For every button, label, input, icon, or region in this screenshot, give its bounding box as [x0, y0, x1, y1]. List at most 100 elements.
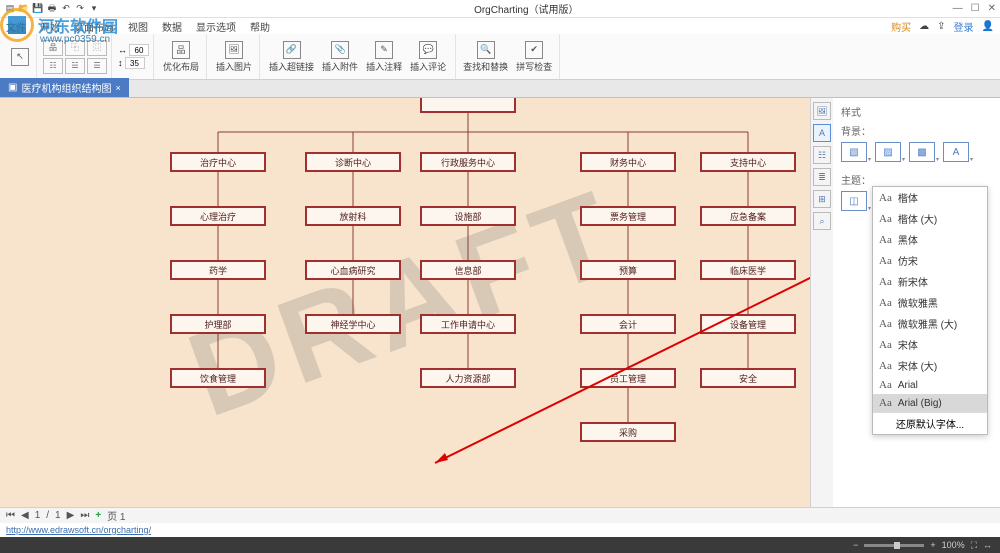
chart-node[interactable]: 采购 [580, 422, 676, 442]
page-label[interactable]: 页 1 [107, 508, 125, 523]
menu-home[interactable]: 开始 [40, 19, 60, 34]
share-icon[interactable]: ⇪ [937, 21, 945, 32]
font-option[interactable]: Aa楷体 (大) [873, 208, 987, 229]
chart-node[interactable]: 员工管理 [580, 368, 676, 388]
chart-node[interactable]: 心理治疗 [170, 206, 266, 226]
insert-attach-button[interactable]: 📎插入附件 [319, 41, 361, 73]
font-option[interactable]: AaArial (Big) [873, 394, 987, 412]
qat-undo-icon[interactable]: ↶ [60, 3, 72, 15]
add-asst-icon[interactable]: ⿶ [87, 40, 107, 56]
chart-node[interactable]: 信息部 [420, 260, 516, 280]
canvas[interactable]: DRAFT 治疗中心诊断中心行政服务中心财务中心支持中心心理治疗放射科设施部票务… [0, 98, 810, 507]
insert-comment-button[interactable]: 💬插入评论 [407, 41, 449, 73]
page-next-icon[interactable]: ▶ [67, 510, 75, 521]
maximize-icon[interactable]: ☐ [971, 3, 980, 14]
qat-open-icon[interactable]: 📂 [18, 3, 30, 15]
tab-close-icon[interactable]: × [115, 83, 120, 93]
page-prev-icon[interactable]: ◀ [21, 510, 29, 521]
user-icon[interactable]: 👤 [982, 21, 994, 32]
font-option[interactable]: Aa宋体 [873, 334, 987, 355]
chart-node[interactable]: 诊断中心 [305, 152, 401, 172]
font-option[interactable]: Aa微软雅黑 [873, 292, 987, 313]
chart-node[interactable]: 治疗中心 [170, 152, 266, 172]
menu-help[interactable]: 帮助 [250, 19, 270, 34]
layout3-icon[interactable]: ☰ [87, 58, 107, 74]
font-option[interactable]: AaArial [873, 376, 987, 394]
close-icon[interactable]: ✕ [988, 3, 996, 14]
chart-node[interactable]: 临床医学 [700, 260, 796, 280]
sidetab-data-icon[interactable]: ⊞ [813, 190, 831, 208]
layout1-icon[interactable]: ☷ [43, 58, 63, 74]
sidetab-layout-icon[interactable]: ☷ [813, 146, 831, 164]
menu-file[interactable]: 文件 [6, 19, 26, 34]
add-peer-icon[interactable]: ⿻ [65, 40, 85, 56]
cloud-icon[interactable]: ☁ [919, 21, 929, 32]
layout2-icon[interactable]: ☱ [65, 58, 85, 74]
insert-image-button[interactable]: 🖼插入图片 [213, 41, 255, 73]
menu-data[interactable]: 数据 [162, 19, 182, 34]
add-page-icon[interactable]: + [95, 510, 101, 521]
bg-preset-4[interactable]: A [943, 142, 969, 162]
menu-display[interactable]: 显示选项 [196, 19, 236, 34]
sidetab-font-icon[interactable]: A [813, 124, 831, 142]
font-option[interactable]: Aa宋体 (大) [873, 355, 987, 376]
chart-node[interactable]: 安全 [700, 368, 796, 388]
chart-node[interactable]: 应急备案 [700, 206, 796, 226]
chart-node[interactable]: 财务中心 [580, 152, 676, 172]
page-last-icon[interactable]: ⏭ [80, 510, 89, 521]
font-restore[interactable]: 还原默认字体... [873, 412, 987, 434]
insert-link-button[interactable]: 🔗插入超链接 [266, 41, 317, 73]
fit-page-icon[interactable]: ⛶ [971, 540, 977, 551]
chart-node[interactable]: 支持中心 [700, 152, 796, 172]
chart-node[interactable]: 设施部 [420, 206, 516, 226]
chart-node[interactable]: 放射科 [305, 206, 401, 226]
insert-note-button[interactable]: ✎插入注释 [363, 41, 405, 73]
sidetab-search-icon[interactable]: ⌕ [813, 212, 831, 230]
qat-redo-icon[interactable]: ↷ [74, 3, 86, 15]
spellcheck-button[interactable]: ✔拼写检查 [513, 41, 555, 73]
chart-node[interactable]: 饮食管理 [170, 368, 266, 388]
font-option[interactable]: Aa楷体 [873, 187, 987, 208]
bg-preset-2[interactable]: ▨ [875, 142, 901, 162]
chart-node[interactable]: 药学 [170, 260, 266, 280]
zoom-in-icon[interactable]: + [930, 540, 935, 550]
chart-node[interactable]: 心血病研究 [305, 260, 401, 280]
font-option[interactable]: Aa新宋体 [873, 271, 987, 292]
fit-width-icon[interactable]: ↔ [983, 540, 992, 550]
bg-preset-1[interactable]: ▧ [841, 142, 867, 162]
chart-node[interactable]: 行政服务中心 [420, 152, 516, 172]
width-input[interactable] [129, 44, 149, 56]
page-first-icon[interactable]: ⏮ [6, 510, 15, 521]
buy-link[interactable]: 购买 [891, 19, 911, 34]
chart-node[interactable]: 会计 [580, 314, 676, 334]
minimize-icon[interactable]: — [953, 3, 963, 14]
font-option[interactable]: Aa仿宋 [873, 250, 987, 271]
tab-document[interactable]: ▣ 医疗机构组织结构图 × [0, 78, 129, 97]
sidetab-list-icon[interactable]: ≣ [813, 168, 831, 186]
chart-root-node[interactable] [420, 98, 516, 113]
chart-node[interactable]: 设备管理 [700, 314, 796, 334]
qat-save-icon[interactable]: 💾 [32, 3, 44, 15]
menu-view[interactable]: 视图 [128, 19, 148, 34]
font-option[interactable]: Aa黑体 [873, 229, 987, 250]
font-option[interactable]: Aa微软雅黑 (大) [873, 313, 987, 334]
chart-node[interactable]: 票务管理 [580, 206, 676, 226]
chart-node[interactable]: 预算 [580, 260, 676, 280]
login-link[interactable]: 登录 [954, 19, 974, 34]
menu-pagelayout[interactable]: 页面布局 [74, 19, 114, 34]
qat-more-icon[interactable]: ▾ [88, 3, 100, 15]
chart-node[interactable]: 人力资源部 [420, 368, 516, 388]
chart-node[interactable]: 神经学中心 [305, 314, 401, 334]
bg-preset-3[interactable]: ▩ [909, 142, 935, 162]
product-link[interactable]: http://www.edrawsoft.cn/orgcharting/ [6, 525, 151, 535]
add-sub-icon[interactable]: 品 [43, 40, 63, 56]
zoom-out-icon[interactable]: − [853, 540, 858, 550]
font-dropdown[interactable]: Aa楷体Aa楷体 (大)Aa黑体Aa仿宋Aa新宋体Aa微软雅黑Aa微软雅黑 (大… [872, 186, 988, 435]
height-input[interactable] [125, 57, 145, 69]
sidetab-image-icon[interactable]: 🖼 [813, 102, 831, 120]
qat-print-icon[interactable]: 🖶 [46, 3, 58, 15]
qat-new-icon[interactable]: ▤ [4, 3, 16, 15]
pointer-tool[interactable]: ↖ [8, 48, 32, 66]
theme-color-button[interactable]: ◫ [841, 191, 867, 211]
find-replace-button[interactable]: 🔍查找和替换 [460, 41, 511, 73]
